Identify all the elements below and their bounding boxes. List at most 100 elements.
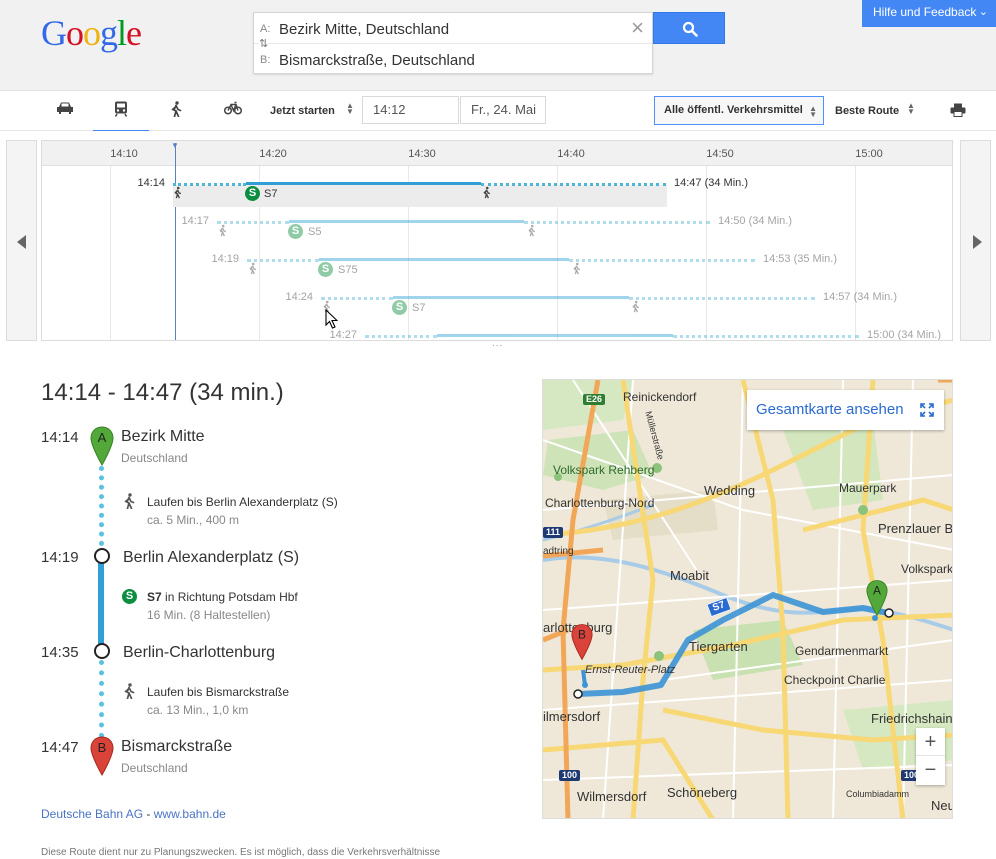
map-label: Wilmersdorf: [577, 789, 647, 804]
walk-step-duration: ca. 13 Min., 1,0 km: [147, 703, 249, 717]
search-button[interactable]: [653, 12, 725, 44]
stop-time: 14:19: [41, 549, 79, 566]
walking-icon: [219, 224, 227, 237]
bicycle-icon: [224, 101, 242, 115]
map-canvas: [543, 380, 952, 818]
agency-link[interactable]: Deutsche Bahn AG: [41, 807, 143, 821]
agency-url-link[interactable]: www.bahn.de: [154, 807, 226, 821]
departure-date-input[interactable]: Fr., 24. Mai: [460, 96, 546, 124]
ride-segment: [319, 258, 569, 261]
timeline-trip-row[interactable]: 14:24 S S7 14:57 (34 Min.): [42, 285, 952, 321]
print-icon[interactable]: [950, 103, 966, 122]
timeline-earlier-button[interactable]: [6, 140, 37, 341]
route-preference-arrows-icon[interactable]: ▲ ▼: [907, 102, 915, 116]
sbahn-icon: S: [288, 224, 303, 239]
timeline-trip-row[interactable]: 14:17 S S5 14:50 (34 Min.): [42, 209, 952, 245]
map-label: Neu: [931, 798, 953, 813]
arrow-left-icon: [17, 235, 26, 249]
trip-departure: 14:17: [181, 215, 209, 227]
transit-filter-value: Alle öffentl. Verkehrsmittel: [664, 104, 803, 116]
map-pin-a-icon[interactable]: A: [866, 578, 888, 618]
ride-segment: [393, 296, 629, 299]
trip-line: S7: [264, 188, 278, 200]
map-label: Reinickendorf: [623, 390, 697, 404]
pin-b-icon: B: [90, 736, 114, 776]
sbahn-icon: S: [245, 186, 260, 201]
road-badge: 100: [559, 770, 581, 781]
pin-a-letter: A: [98, 430, 107, 445]
sbahn-icon: S: [392, 300, 407, 315]
trip-departure: 14:24: [285, 291, 313, 303]
trip-departure: 14:14: [137, 177, 165, 189]
zoom-out-button[interactable]: −: [916, 756, 945, 784]
end-stop-country: Deutschland: [121, 761, 188, 775]
departure-mode-label[interactable]: Jetzt starten: [270, 105, 335, 117]
route-preference-select[interactable]: Beste Route: [835, 105, 899, 117]
car-mode-button[interactable]: [47, 101, 83, 123]
trip-arrival: 14:47 (34 Min.): [674, 177, 748, 189]
walk-step-text: Laufen bis Bismarckstraße: [147, 685, 290, 699]
logo-letter: e: [126, 13, 142, 53]
map-pin-a-letter: A: [873, 583, 881, 597]
google-logo[interactable]: Google: [41, 12, 142, 54]
ride-step-text: S7 in Richtung Potsdam Hbf: [147, 590, 298, 604]
stop-circle-icon: [94, 548, 110, 564]
select-arrows-icon: ▲ ▼: [809, 104, 817, 119]
map-label: Moabit: [670, 568, 710, 583]
destination-input[interactable]: Bismarckstraße, Deutschland: [279, 52, 475, 69]
start-stop-name: Bezirk Mitte: [121, 428, 205, 445]
walk-path-line: [99, 466, 105, 546]
map-label: Columbiadamm: [846, 789, 910, 799]
walk-segment: [569, 259, 755, 262]
header: Google A: Bezirk Mitte, Deutschland × ⇅ …: [0, 0, 996, 91]
timeline-later-button[interactable]: [960, 140, 991, 341]
view-full-map-button[interactable]: Gesamtkarte ansehen: [747, 390, 944, 430]
time-tick: 14:20: [259, 148, 287, 160]
help-feedback-button[interactable]: Hilfe und Feedback ⌄: [862, 0, 996, 27]
ride-step-duration: 16 Min. (8 Haltestellen): [147, 608, 271, 622]
end-stop-name: Bismarckstraße: [121, 738, 233, 755]
zoom-in-button[interactable]: +: [916, 728, 945, 756]
travel-mode-toolbar: Jetzt starten ▲ ▼ 14:12 Fr., 24. Mai Alle…: [0, 91, 996, 133]
departure-mode-spinner-icon[interactable]: ▲ ▼: [346, 102, 354, 116]
walk-segment: [365, 335, 437, 338]
time-tick: 14:40: [557, 148, 585, 160]
map-label: Prenzlauer B: [878, 521, 953, 536]
walk-segment: [673, 335, 859, 338]
map-label: Mauerpark: [839, 481, 897, 495]
map-pin-b-icon[interactable]: B: [571, 622, 593, 662]
origin-field[interactable]: A: Bezirk Mitte, Deutschland ×: [254, 13, 652, 44]
departure-time-input[interactable]: 14:12: [362, 96, 459, 124]
map-label: Gendarmenmarkt: [795, 644, 889, 658]
logo-letter: g: [100, 13, 118, 53]
map-label: Volkspark: [901, 562, 953, 576]
pin-b-letter: B: [98, 740, 107, 755]
transit-filter-select[interactable]: Alle öffentl. Verkehrsmittel ▲ ▼: [654, 96, 824, 125]
bicycle-mode-button[interactable]: [215, 101, 251, 123]
walking-icon: [124, 493, 135, 509]
timeline-resize-handle[interactable]: ...: [492, 338, 503, 349]
pin-a-icon: A: [90, 426, 114, 466]
route-map[interactable]: S7 E26 111 100 100 Reinickendorf Müllers…: [542, 379, 953, 819]
walk-segment: [321, 297, 393, 300]
clear-icon[interactable]: ×: [631, 17, 644, 39]
map-label: Wedding: [704, 483, 756, 498]
timeline-trip-row[interactable]: 14:19 S S75 14:53 (35 Min.): [42, 247, 952, 283]
fullscreen-icon: [920, 403, 934, 417]
destination-field[interactable]: B: Bismarckstraße, Deutschland: [254, 44, 652, 75]
logo-letter: l: [117, 13, 127, 53]
origin-input[interactable]: Bezirk Mitte, Deutschland: [279, 21, 449, 38]
walking-icon: [483, 186, 491, 199]
logo-letter: o: [83, 13, 101, 53]
timeline-trip-row[interactable]: 14:14 S S7 14:47 (34 Min.): [42, 171, 952, 207]
walking-mode-button[interactable]: [158, 101, 194, 123]
transit-mode-button[interactable]: [93, 101, 149, 133]
start-stop-country: Deutschland: [121, 451, 188, 465]
walking-icon: [171, 101, 182, 117]
walk-step-text: Laufen bis Berlin Alexanderplatz (S): [147, 495, 338, 509]
end-time: 14:47: [41, 739, 79, 756]
walking-icon: [174, 186, 182, 199]
ride-segment: [246, 182, 481, 185]
map-label: Schöneberg: [667, 785, 738, 800]
timeline-area: 14:10 14:20 14:30 14:40 14:50 15:00 ▼ 14…: [41, 140, 953, 341]
